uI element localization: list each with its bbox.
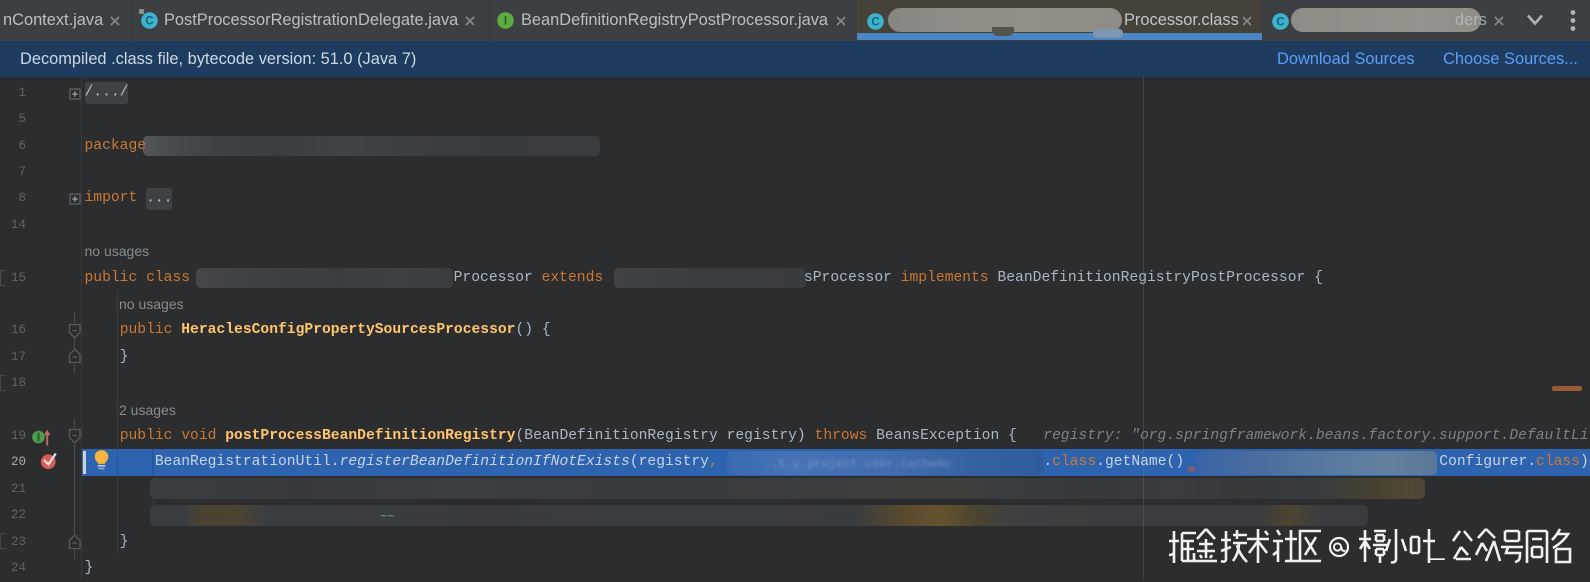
svg-text:C: C bbox=[1276, 17, 1284, 29]
svg-text:C: C bbox=[145, 16, 153, 28]
svg-text:C: C bbox=[871, 17, 879, 29]
svg-text:I: I bbox=[504, 16, 507, 28]
svg-text:_: _ bbox=[1429, 531, 1445, 561]
